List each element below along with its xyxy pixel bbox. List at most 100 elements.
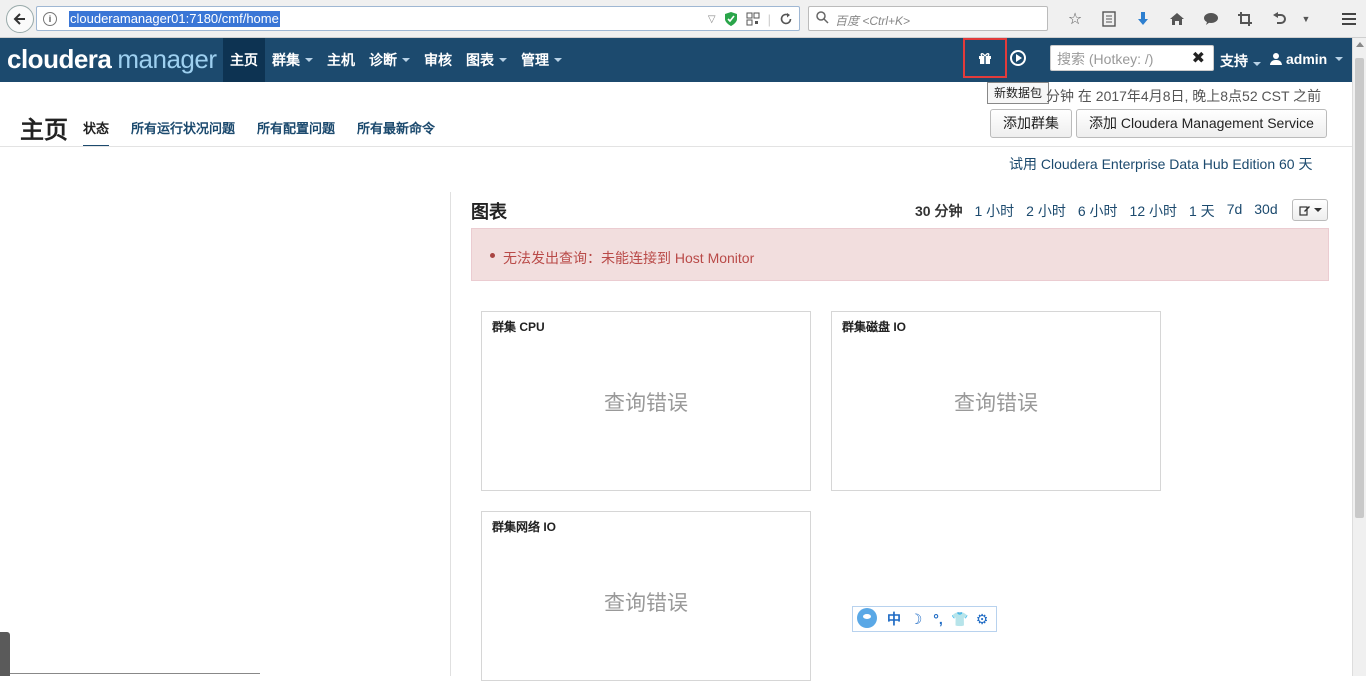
- logo-cloudera-text: cloudera: [7, 44, 112, 74]
- shield-check-icon[interactable]: [724, 11, 738, 27]
- chart-title: 群集 CPU: [492, 320, 545, 334]
- nav-item-home[interactable]: 主页: [223, 38, 265, 82]
- main-nav: 主页 群集 主机 诊断 审核 图表 管理: [223, 38, 569, 82]
- download-icon[interactable]: [1126, 8, 1160, 30]
- hamburger-menu-icon[interactable]: [1332, 8, 1366, 30]
- time-range-7d[interactable]: 7d: [1227, 201, 1243, 221]
- divider: [10, 673, 260, 674]
- running-commands-icon[interactable]: [1010, 50, 1026, 66]
- chart-error-text: 查询错误: [604, 392, 688, 415]
- caret-down-icon: [554, 58, 562, 62]
- ime-chinese-mode[interactable]: 中: [883, 609, 905, 629]
- page-tabs: 状态 所有运行状况问题 所有配置问题 所有最新命令: [83, 118, 435, 147]
- url-bar[interactable]: i clouderamanager01:7180/cmf/home ▽ |: [36, 6, 800, 31]
- nav-item-clusters[interactable]: 群集: [265, 38, 320, 82]
- caret-down-icon: [1253, 62, 1261, 66]
- tab-all-recent-commands[interactable]: 所有最新命令: [357, 118, 435, 147]
- dropdown-arrow-icon[interactable]: ▽: [708, 14, 716, 25]
- charts-section-title: 图表: [471, 202, 507, 222]
- chart-card-cluster-network-io[interactable]: 群集网络 IO 查询错误: [481, 511, 811, 681]
- skin-icon[interactable]: 👕: [949, 611, 971, 628]
- chart-title: 群集网络 IO: [492, 520, 557, 534]
- time-range-6h[interactable]: 6 小时: [1078, 201, 1118, 221]
- reload-icon[interactable]: [779, 12, 793, 26]
- chart-title: 群集磁盘 IO: [842, 320, 907, 334]
- qr-code-icon[interactable]: [746, 12, 760, 26]
- edit-charts-button[interactable]: [1292, 199, 1328, 221]
- bookmark-star-icon[interactable]: ☆: [1058, 8, 1092, 30]
- ime-mascot-icon[interactable]: [853, 606, 883, 632]
- nav-search-input[interactable]: [1057, 50, 1187, 67]
- info-icon[interactable]: i: [43, 12, 57, 26]
- user-icon: [1270, 53, 1282, 65]
- punctuation-icon[interactable]: °,: [927, 611, 949, 627]
- back-arrow-icon: [13, 13, 25, 25]
- time-range-30m[interactable]: 30 分钟: [915, 201, 962, 221]
- page-scrollbar[interactable]: [1352, 38, 1366, 676]
- menu-dropdown-icon[interactable]: ▼: [1296, 8, 1316, 30]
- crop-icon[interactable]: [1228, 8, 1262, 30]
- nav-search-box[interactable]: ✖: [1050, 45, 1214, 71]
- user-menu[interactable]: admin: [1270, 51, 1344, 67]
- add-management-service-button[interactable]: 添加 Cloudera Management Service: [1076, 109, 1327, 138]
- browser-search-box[interactable]: 百度 <Ctrl+K>: [808, 6, 1048, 31]
- browser-search-placeholder: 百度 <Ctrl+K>: [835, 14, 911, 28]
- time-range-selector: 30 分钟 1 小时 2 小时 6 小时 12 小时 1 天 7d 30d: [915, 201, 1278, 221]
- time-range-2h[interactable]: 2 小时: [1026, 201, 1066, 221]
- reader-list-icon[interactable]: [1092, 8, 1126, 30]
- caret-down-icon: [305, 58, 313, 62]
- chart-card-cluster-cpu[interactable]: 群集 CPU 查询错误: [481, 311, 811, 491]
- edit-icon: [1298, 206, 1310, 216]
- tab-all-health-issues[interactable]: 所有运行状况问题: [131, 118, 235, 147]
- undo-icon[interactable]: [1262, 8, 1296, 30]
- separator: |: [767, 11, 771, 27]
- cloudera-manager-logo[interactable]: cloudera manager: [7, 43, 217, 75]
- error-alert: 无法发出查询：未能连接到 Host Monitor: [471, 228, 1329, 281]
- clear-search-icon[interactable]: ✖: [1192, 48, 1205, 68]
- nav-item-hosts[interactable]: 主机: [320, 38, 362, 82]
- trial-link[interactable]: 试用 Cloudera Enterprise Data Hub Edition …: [1009, 154, 1312, 174]
- chart-error-text: 查询错误: [954, 392, 1038, 415]
- caret-down-icon: [1335, 57, 1344, 61]
- logo-manager-text: manager: [117, 44, 217, 74]
- nav-item-administration[interactable]: 管理: [514, 38, 569, 82]
- back-button[interactable]: [6, 5, 34, 33]
- scroll-up-arrow-icon[interactable]: [1356, 42, 1364, 47]
- bullet-icon: [490, 253, 495, 258]
- chat-bubble-icon[interactable]: [1194, 8, 1228, 30]
- nav-item-diagnostics[interactable]: 诊断: [362, 38, 417, 82]
- support-menu[interactable]: 支持: [1220, 51, 1261, 71]
- time-range-12h[interactable]: 12 小时: [1130, 201, 1177, 221]
- side-dock-handle[interactable]: [0, 632, 10, 676]
- column-divider: [450, 192, 451, 676]
- ime-toolbar[interactable]: 中 ☽ °, 👕 ⚙: [852, 606, 997, 632]
- chart-error-text: 查询错误: [604, 592, 688, 615]
- new-parcels-tooltip: 新数据包: [987, 82, 1050, 104]
- new-parcels-button[interactable]: [963, 38, 1007, 78]
- error-alert-message: 无法发出查询：未能连接到 Host Monitor: [503, 250, 755, 266]
- time-range-1d[interactable]: 1 天: [1189, 201, 1215, 221]
- chart-card-cluster-disk-io[interactable]: 群集磁盘 IO 查询错误: [831, 311, 1161, 491]
- last-updated-text: 分钟 在 2017年4月8日, 晚上8点52 CST 之前: [1046, 88, 1322, 104]
- url-text[interactable]: clouderamanager01:7180/cmf/home: [69, 11, 280, 27]
- scrollbar-thumb[interactable]: [1355, 58, 1364, 518]
- tab-status[interactable]: 状态: [83, 118, 110, 147]
- caret-down-icon: [402, 58, 410, 62]
- add-cluster-button[interactable]: 添加群集: [990, 109, 1072, 138]
- time-range-30d[interactable]: 30d: [1254, 201, 1277, 221]
- browser-toolbar: i clouderamanager01:7180/cmf/home ▽ | 百度…: [0, 0, 1366, 38]
- nav-item-charts[interactable]: 图表: [459, 38, 514, 82]
- moon-icon[interactable]: ☽: [905, 611, 927, 628]
- settings-gear-icon[interactable]: ⚙: [971, 611, 993, 628]
- search-icon: [816, 11, 829, 24]
- caret-down-icon: [499, 58, 507, 62]
- app-navbar: clouderamanager 主页 群集 主机 诊断 审核 图表 管理 ✖ 支…: [0, 38, 1352, 82]
- tab-all-config-issues[interactable]: 所有配置问题: [257, 118, 335, 147]
- nav-item-audits[interactable]: 审核: [417, 38, 459, 82]
- home-icon[interactable]: [1160, 8, 1194, 30]
- header-divider: [0, 146, 1352, 147]
- caret-down-icon: [1313, 208, 1322, 212]
- gift-icon: [979, 53, 991, 64]
- page-title: 主页: [20, 117, 68, 144]
- time-range-1h[interactable]: 1 小时: [974, 201, 1014, 221]
